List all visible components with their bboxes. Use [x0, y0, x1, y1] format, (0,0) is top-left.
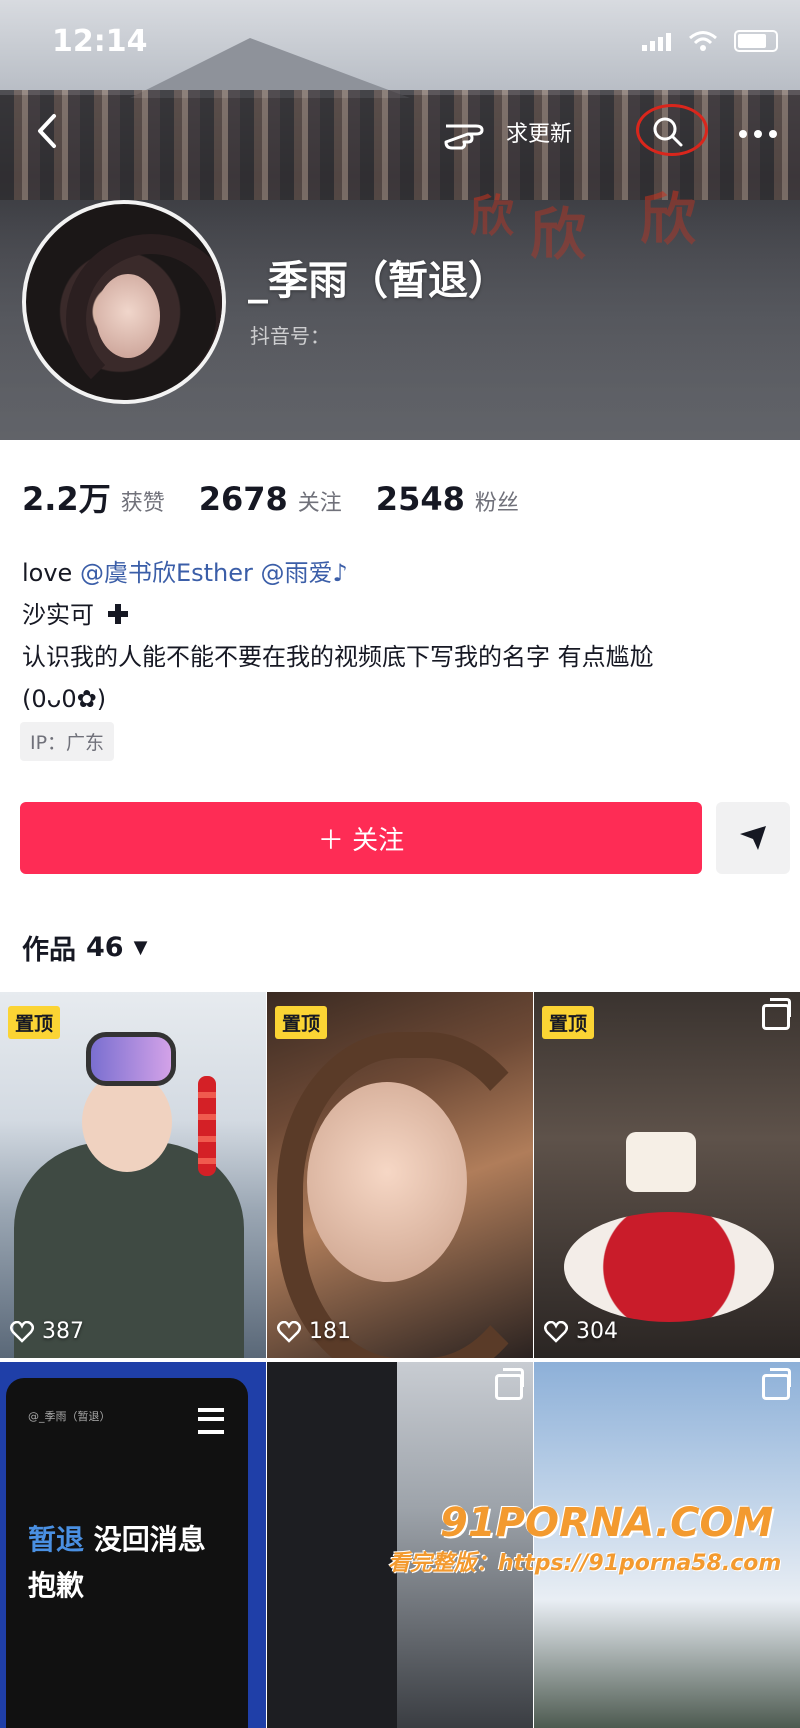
thumbnail-wall: [267, 1362, 397, 1728]
stat-following[interactable]: 2678 关注: [199, 480, 342, 518]
bio-line-1: love @虞书欣Esther @雨爱♪: [22, 552, 654, 594]
thumbnail-phone-screen: @_季雨（暂退） 暂退 没回消息 抱歉: [6, 1378, 248, 1728]
follow-button[interactable]: ＋ 关注: [20, 802, 702, 874]
stat-followers[interactable]: 2548 粉丝: [376, 480, 519, 518]
nickname: _季雨（暂退）: [248, 258, 508, 304]
pinned-badge: 置顶: [542, 1006, 595, 1039]
request-update-label: 求更新: [506, 122, 573, 147]
status-icons: [642, 30, 778, 52]
screen-text: 没回消息: [84, 1523, 206, 1556]
watermark-brand: 91PORNA.COM: [440, 1500, 774, 1546]
status-time: 12:14: [52, 24, 148, 59]
signal-icon: [642, 31, 672, 51]
wifi-icon: [689, 31, 717, 51]
search-button[interactable]: [636, 104, 708, 156]
heart-icon: [544, 1320, 568, 1343]
works-tab[interactable]: 作品 46 ▼: [22, 928, 147, 967]
video-tile[interactable]: 置顶 304: [534, 992, 800, 1358]
profile-banner: 欣 欣 欣 12:14 求更新: [0, 0, 800, 440]
profile-panel: 2.2万 获赞 2678 关注 2548 粉丝 love @虞书欣Esther …: [0, 440, 800, 1728]
thumbnail-cake-top: [626, 1132, 696, 1192]
screen-highlight: 暂退: [28, 1523, 85, 1556]
stat-value: 2678: [198, 480, 288, 518]
thumbnail-face: [307, 1082, 467, 1282]
more-icon: [739, 130, 777, 138]
pinned-badge: 置顶: [275, 1006, 328, 1039]
stat-label: 粉丝: [474, 491, 519, 516]
bio-line-4: (0ᴗ0✿): [22, 685, 107, 713]
douyin-id-label: 抖音号：: [250, 324, 330, 348]
video-tile[interactable]: @_季雨（暂退） 暂退 没回消息 抱歉: [0, 1362, 266, 1728]
multi-image-icon: [762, 1368, 791, 1400]
battery-icon: [734, 30, 778, 52]
like-count: 304: [544, 1319, 618, 1344]
video-tile[interactable]: 置顶 387: [0, 992, 266, 1358]
mention-link[interactable]: @雨爱♪: [261, 559, 348, 587]
request-update-button[interactable]: 求更新: [442, 112, 572, 152]
like-count-value: 304: [576, 1319, 618, 1344]
thumbnail-candy: [198, 1076, 216, 1176]
pointing-hand-icon: [444, 124, 484, 150]
watermark-line: 看完整版：https://91porna58.com: [388, 1551, 782, 1576]
thumbnail-goggles: [86, 1032, 176, 1086]
thumbnail-face: [82, 1072, 172, 1172]
ip-location-tag: IP：广东: [20, 722, 115, 761]
pinned-badge: 置顶: [8, 1006, 61, 1039]
bio-text: 沙实可: [22, 601, 94, 629]
chevron-left-icon: [38, 114, 56, 148]
heart-icon: [10, 1320, 34, 1343]
caret-down-icon: ▼: [133, 937, 148, 958]
paper-plane-icon: [740, 826, 766, 850]
like-count-value: 387: [42, 1319, 84, 1344]
bio: love @虞书欣Esther @雨爱♪ 沙实可 认识我的人能不能不要在我的视频…: [22, 552, 654, 720]
thumbnail-cake: [564, 1212, 774, 1322]
more-button[interactable]: [738, 112, 778, 147]
bio-line-2: 沙实可: [22, 594, 654, 636]
like-count-value: 181: [309, 1319, 351, 1344]
avatar-face: [96, 274, 160, 358]
screen-header: @_季雨（暂退）: [28, 1410, 111, 1423]
plus-icon: [107, 604, 128, 624]
stats-row: 2.2万 获赞 2678 关注 2548 粉丝: [22, 474, 553, 520]
share-button[interactable]: [716, 802, 790, 874]
banner-mountain: [130, 38, 410, 98]
video-tile[interactable]: 置顶 181: [267, 992, 533, 1358]
search-icon: [653, 117, 683, 147]
like-count: 181: [277, 1319, 351, 1344]
screen-text-line-2: 抱歉: [28, 1569, 85, 1602]
mention-link[interactable]: @虞书欣Esther: [80, 559, 253, 587]
screen-text-line-1: 暂退 没回消息: [28, 1518, 206, 1558]
stat-label: 获赞: [120, 491, 165, 516]
works-label: 作品: [22, 935, 76, 966]
stat-likes: 2.2万 获赞: [22, 474, 165, 520]
menu-icon: [198, 1408, 224, 1434]
heart-icon: [277, 1320, 301, 1343]
stat-label: 关注: [297, 491, 342, 516]
like-count: 387: [10, 1319, 84, 1344]
video-grid: 置顶 387 置顶 181 置顶 304 @_季雨（暂退） 暂退 没回消息 抱歉: [0, 992, 800, 1728]
works-count: 46: [86, 932, 124, 963]
avatar[interactable]: [22, 200, 226, 404]
stat-value: 2.2万: [22, 480, 111, 518]
multi-image-icon: [762, 998, 791, 1030]
stat-value: 2548: [375, 480, 465, 518]
bio-line-3: 认识我的人能不能不要在我的视频底下写我的名字 有点尴尬: [22, 643, 654, 671]
back-button[interactable]: [34, 112, 60, 159]
multi-image-icon: [495, 1368, 524, 1400]
bio-text: love: [22, 559, 73, 587]
